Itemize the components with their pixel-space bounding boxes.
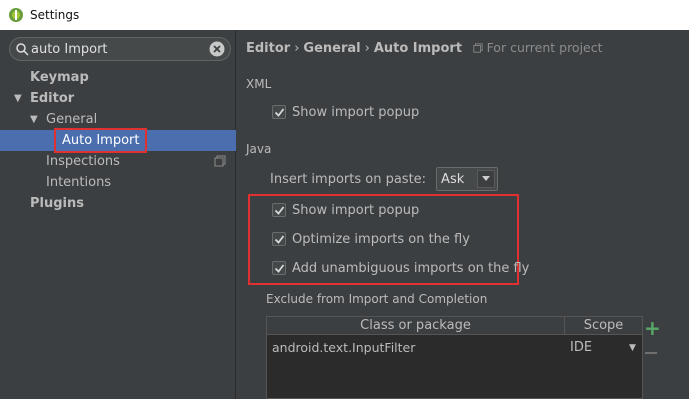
sidebar-item-inspections[interactable]: Inspections [0,151,236,172]
breadcrumb-separator: › [294,41,300,56]
clear-search-icon[interactable] [209,41,225,57]
expanded-arrow-icon[interactable]: ▼ [14,88,22,109]
checkbox-checked-icon[interactable] [272,105,286,119]
sidebar-item-general[interactable]: ▼ General [0,109,236,130]
table-header: Class or package Scope [267,317,642,335]
checkbox-label: Add unambiguous imports on the fly [292,260,530,276]
row-scope[interactable]: IDE [570,337,592,359]
sidebar-item-label: Inspections [46,154,120,169]
sidebar-item-editor[interactable]: ▼ Editor [0,88,236,109]
window-title: Settings [30,8,80,22]
optimize-imports-checkbox[interactable]: Optimize imports on the fly [272,229,470,249]
sidebar-item-plugins[interactable]: Plugins [0,193,236,214]
add-button[interactable]: + [644,318,661,338]
xml-show-import-popup-checkbox[interactable]: Show import popup [272,102,419,122]
checkbox-label: Optimize imports on the fly [292,231,470,247]
add-unambiguous-imports-checkbox[interactable]: Add unambiguous imports on the fly [272,258,529,278]
breadcrumb-auto-import: Auto Import [373,41,463,56]
insert-imports-select[interactable]: Ask [436,167,499,191]
sidebar-item-auto-import[interactable]: Auto Import [0,128,236,153]
scope-text: For current project [486,40,603,55]
checkbox-checked-icon[interactable] [272,232,286,246]
java-show-import-popup-checkbox[interactable]: Show import popup [272,200,419,220]
insert-imports-label: Insert imports on paste: [270,171,427,187]
checkbox-label: Show import popup [292,202,420,218]
sidebar-item-label: Plugins [30,196,84,211]
project-scope-icon [472,43,483,53]
exclude-table: Class or package Scope android.text.Inpu… [266,316,643,399]
search-icon [16,43,29,56]
search-input[interactable]: auto Import [31,42,108,57]
title-bar: Settings [0,0,689,30]
checkbox-checked-icon[interactable] [272,261,286,275]
table-row[interactable]: android.text.InputFilter IDE ▼ [267,337,642,359]
column-header-class[interactable]: Class or package [267,317,565,335]
xml-section-heading: XML [246,77,272,91]
sidebar-item-keymap[interactable]: Keymap [0,67,236,88]
sidebar-item-label: Intentions [46,175,112,190]
breadcrumb-editor: Editor [246,41,291,56]
search-field[interactable]: auto Import [9,37,231,61]
remove-button[interactable] [645,352,657,354]
settings-panel: Editor › General › Auto Import For current p… [236,30,689,399]
row-class-name[interactable]: android.text.InputFilter [272,337,415,359]
sidebar-item-label: Editor [30,91,75,106]
checkbox-label: Show import popup [292,104,420,120]
scope-dropdown-icon[interactable]: ▼ [629,337,636,359]
java-section-heading: Java [246,142,272,156]
settings-sidebar: auto Import Keymap ▼ Editor ▼ General Au… [0,30,236,399]
dropdown-arrow-icon[interactable] [477,170,496,188]
select-value: Ask [441,171,465,187]
insert-imports-on-paste-row: Insert imports on paste: Ask [270,167,499,191]
column-header-scope[interactable]: Scope [565,317,642,335]
project-scope-icon [214,155,226,167]
project-scope-note: For current project [472,40,603,55]
expanded-arrow-icon[interactable]: ▼ [30,109,38,130]
sidebar-item-label: General [46,112,98,127]
checkbox-checked-icon[interactable] [272,203,286,217]
breadcrumb: Editor › General › Auto Import For current p… [246,40,603,56]
breadcrumb-general: General [303,41,361,56]
android-studio-icon [9,8,23,22]
sidebar-item-label: Auto Import [54,128,148,153]
sidebar-item-intentions[interactable]: Intentions [0,172,236,193]
exclude-section-heading: Exclude from Import and Completion [266,292,488,306]
breadcrumb-separator: › [364,41,370,56]
sidebar-item-label: Keymap [30,70,89,85]
